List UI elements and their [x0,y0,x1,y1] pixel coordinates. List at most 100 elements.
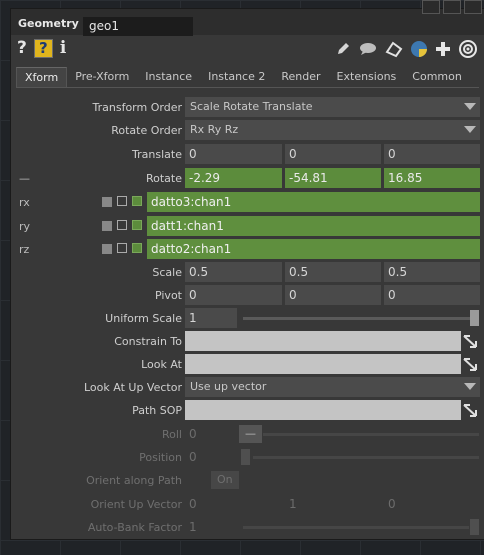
path-sop-field[interactable] [185,400,461,420]
orient-up-x-field[interactable]: 0 [185,494,282,514]
tab-instance[interactable]: Instance [137,67,200,87]
orient-up-z-field[interactable]: 0 [384,494,480,514]
param-path-sop: Path SOP [11,400,484,421]
param-rotate-order: Rotate Order Rx Ry Rz [11,120,484,141]
orient-up-y-field[interactable]: 1 [285,494,381,514]
roll-button[interactable]: — [239,425,262,443]
info-icon[interactable]: i [60,38,66,58]
rotate-x-field[interactable]: -2.29 [185,168,282,188]
mode-icon[interactable] [102,221,112,231]
position-slider-handle[interactable] [241,449,250,465]
param-label: Translate [132,148,182,161]
constrain-to-field[interactable] [185,331,461,351]
ry-expression-field[interactable]: datt1:chan1 [147,216,480,236]
translate-y-field[interactable]: 0 [285,144,381,164]
tab-instance-2[interactable]: Instance 2 [200,67,273,87]
window-button[interactable] [443,0,461,14]
translate-x-field[interactable]: 0 [185,144,282,164]
expression-mode-icon[interactable] [132,243,142,253]
param-label: Pivot [154,289,182,302]
tab-common[interactable]: Common [404,67,470,87]
channel-label: ry [19,220,31,233]
operator-path-drop-icon[interactable] [462,402,480,420]
param-transform-order: Transform Order Scale Rotate Translate [11,97,484,118]
add-icon[interactable] [434,40,452,61]
param-scale: Scale 0.5 0.5 0.5 [11,262,484,283]
pivot-z-field[interactable]: 0 [384,285,480,305]
uniform-scale-slider-handle[interactable] [470,310,479,326]
scale-y-field[interactable]: 0.5 [285,262,381,282]
python-icon[interactable] [410,40,428,61]
param-label: Position [139,451,182,464]
expression-mode-icon[interactable] [132,196,142,206]
export-mode-icon[interactable] [117,220,127,230]
scale-z-field[interactable]: 0.5 [384,262,480,282]
operator-path-drop-icon[interactable] [462,356,480,374]
tab-extensions[interactable]: Extensions [329,67,405,87]
translate-z-field[interactable]: 0 [384,144,480,164]
param-label: Orient along Path [86,474,182,487]
param-label: Rotate [145,172,182,185]
target-icon[interactable] [458,39,478,62]
rx-expression-field[interactable]: datto3:chan1 [147,192,480,212]
scale-x-field[interactable]: 0.5 [185,262,282,282]
rotate-z-field[interactable]: 16.85 [384,168,480,188]
param-uniform-scale: Uniform Scale 1 [11,308,484,329]
mode-icon[interactable] [102,197,112,207]
auto-bank-slider[interactable] [243,526,469,529]
edit-icon[interactable] [334,40,352,61]
orient-along-path-toggle[interactable]: On [211,471,239,489]
param-label: Scale [152,266,182,279]
param-label: Uniform Scale [105,312,182,325]
panel-toolbar: ? ? i [11,37,484,61]
pivot-x-field[interactable]: 0 [185,285,282,305]
uniform-scale-slider[interactable] [243,317,475,320]
menu-value: Rx Ry Rz [190,123,239,136]
export-mode-icon[interactable] [117,243,127,253]
roll-slider[interactable] [263,433,479,436]
auto-bank-slider-handle[interactable] [470,519,479,535]
channel-label: rx [19,196,30,209]
tab-xform[interactable]: Xform [16,67,68,87]
param-label: Roll [162,428,182,441]
tab-pre-xform[interactable]: Pre-Xform [67,67,137,87]
param-auto-bank-factor: Auto-Bank Factor 1 [11,517,484,538]
param-label: Look At Up Vector [84,381,182,394]
pivot-y-field[interactable]: 0 [285,285,381,305]
position-field[interactable]: 0 [185,447,235,467]
export-mode-icon[interactable] [117,196,127,206]
python-help-icon[interactable]: ? [33,38,53,58]
param-rz: rz datto2:chan1 [11,239,484,260]
collapse-toggle[interactable]: — [19,168,30,189]
param-look-at: Look At [11,354,484,375]
auto-bank-field[interactable]: 1 [185,517,235,537]
param-pivot: Pivot 0 0 0 [11,285,484,306]
window-button[interactable] [464,0,482,14]
uniform-scale-field[interactable]: 1 [185,308,237,328]
transform-order-menu[interactable]: Scale Rotate Translate [185,97,480,117]
tab-render[interactable]: Render [273,67,328,87]
roll-field[interactable]: 0 [185,424,235,444]
rotate-order-menu[interactable]: Rx Ry Rz [185,120,480,140]
param-label: Auto-Bank Factor [87,521,182,534]
expression-mode-icon[interactable] [132,220,142,230]
menu-value: Scale Rotate Translate [190,100,313,113]
dropdown-arrow-icon [464,126,476,133]
rotate-y-field[interactable]: -54.81 [285,168,381,188]
rz-expression-field[interactable]: datto2:chan1 [147,239,480,259]
param-label: Rotate Order [111,124,182,137]
mode-icon[interactable] [102,244,112,254]
position-slider[interactable] [253,456,479,459]
look-at-up-vector-menu[interactable]: Use up vector [185,377,480,397]
clone-icon[interactable] [384,40,404,61]
look-at-field[interactable] [185,354,461,374]
comment-icon[interactable] [358,40,378,61]
operator-name-field[interactable]: geo1 [83,17,193,36]
dropdown-arrow-icon [464,103,476,110]
param-rotate: — Rotate -2.29 -54.81 16.85 [11,168,484,189]
help-icon[interactable]: ? [17,38,27,58]
param-label: Orient Up Vector [90,498,182,511]
window-button[interactable] [422,0,440,14]
param-look-at-up-vector: Look At Up Vector Use up vector [11,377,484,398]
operator-path-drop-icon[interactable] [462,333,480,351]
